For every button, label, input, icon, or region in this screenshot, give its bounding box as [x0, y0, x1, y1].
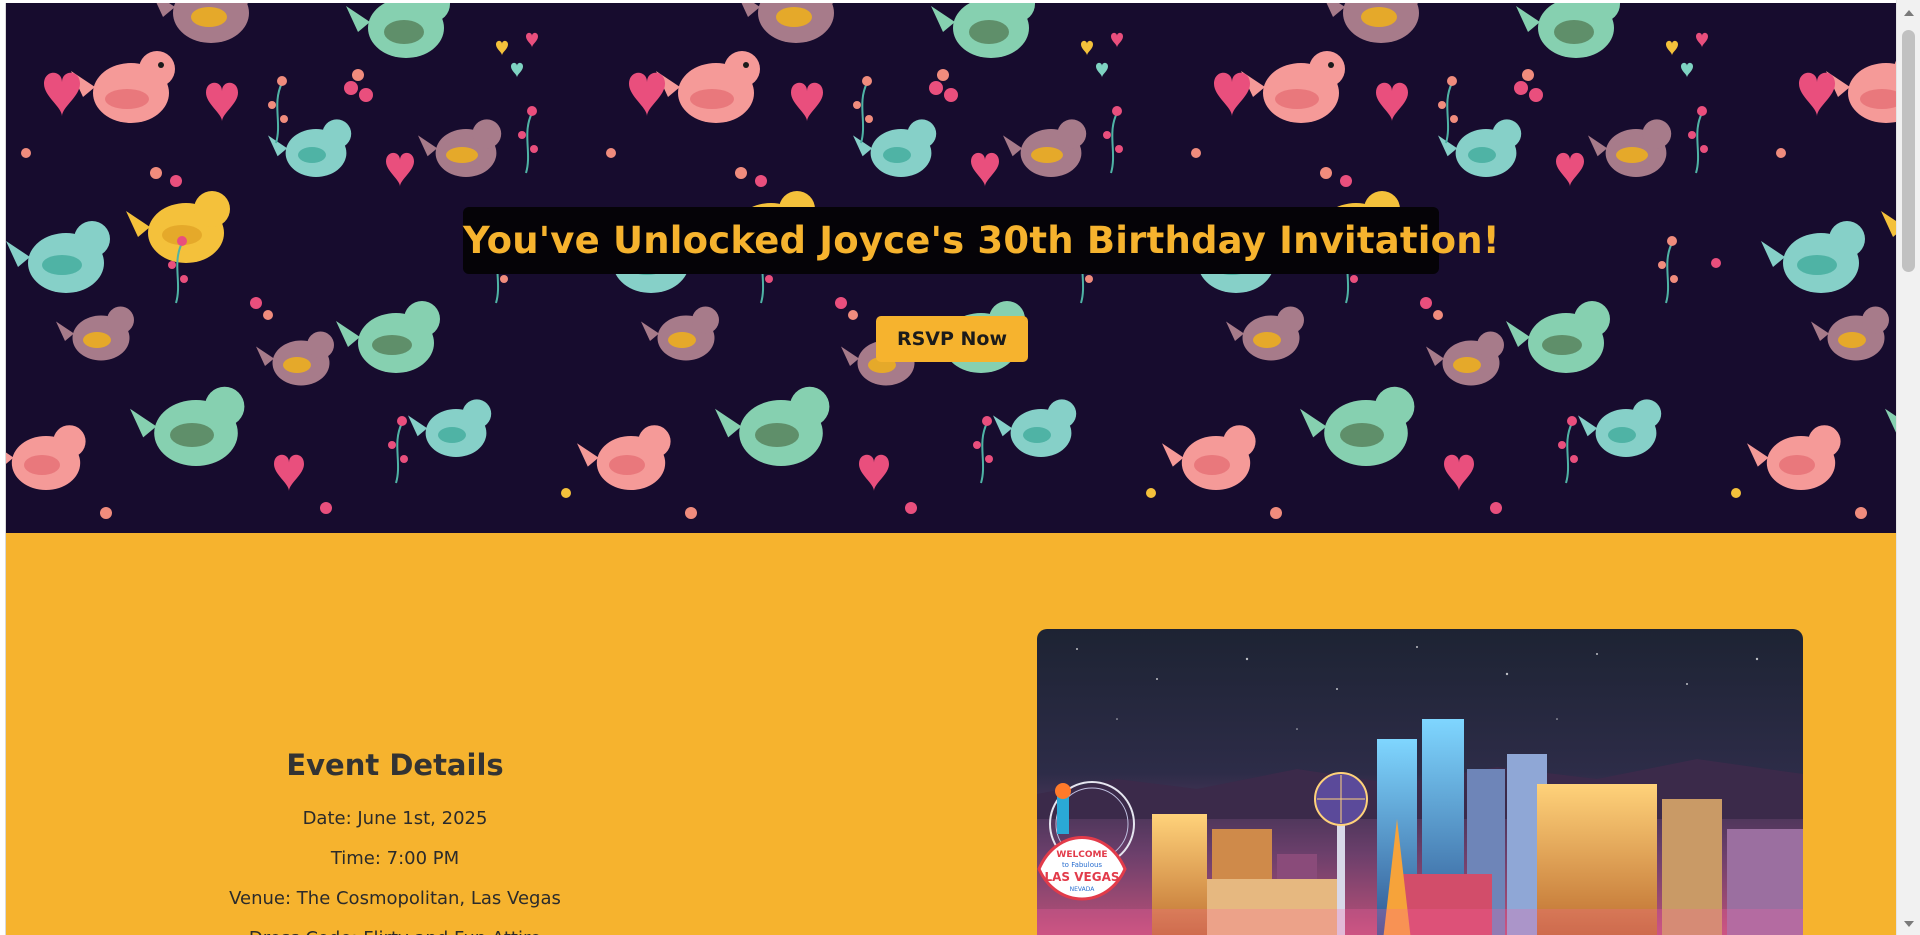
chevron-up-icon[interactable]: [1904, 10, 1914, 16]
sign-fabulous: to Fabulous: [1062, 861, 1102, 869]
chevron-down-icon[interactable]: [1904, 921, 1914, 927]
page-scrollbar[interactable]: [1896, 0, 1920, 935]
event-time: Time: 7:00 PM: [330, 848, 460, 869]
event-details-heading: Event Details: [286, 748, 504, 782]
invitation-title: You've Unlocked Joyce's 30th Birthday In…: [463, 207, 1500, 274]
event-details: Event Details Date: June 1st, 2025 Time:…: [156, 748, 634, 935]
sign-nevada: NEVADA: [1070, 886, 1096, 893]
scrollbar-thumb[interactable]: [1902, 30, 1915, 272]
las-vegas-skyline: WELCOME to Fabulous LAS VEGAS NEVADA: [1037, 629, 1803, 935]
event-details-section: Event Details Date: June 1st, 2025 Time:…: [6, 533, 1897, 935]
event-dress-code: Dress Code: Flirty and Fun Attire: [156, 919, 634, 935]
hero-banner: You've Unlocked Joyce's 30th Birthday In…: [6, 3, 1897, 533]
sign-welcome: WELCOME: [1056, 850, 1107, 860]
sign-las-vegas: LAS VEGAS: [1044, 870, 1119, 884]
rsvp-button[interactable]: RSVP Now: [876, 316, 1028, 362]
event-date: Date: June 1st, 2025: [302, 808, 488, 829]
las-vegas-image: WELCOME to Fabulous LAS VEGAS NEVADA: [1037, 629, 1803, 935]
page-viewport: You've Unlocked Joyce's 30th Birthday In…: [5, 3, 1897, 935]
event-venue: Venue: The Cosmopolitan, Las Vegas: [229, 888, 561, 909]
